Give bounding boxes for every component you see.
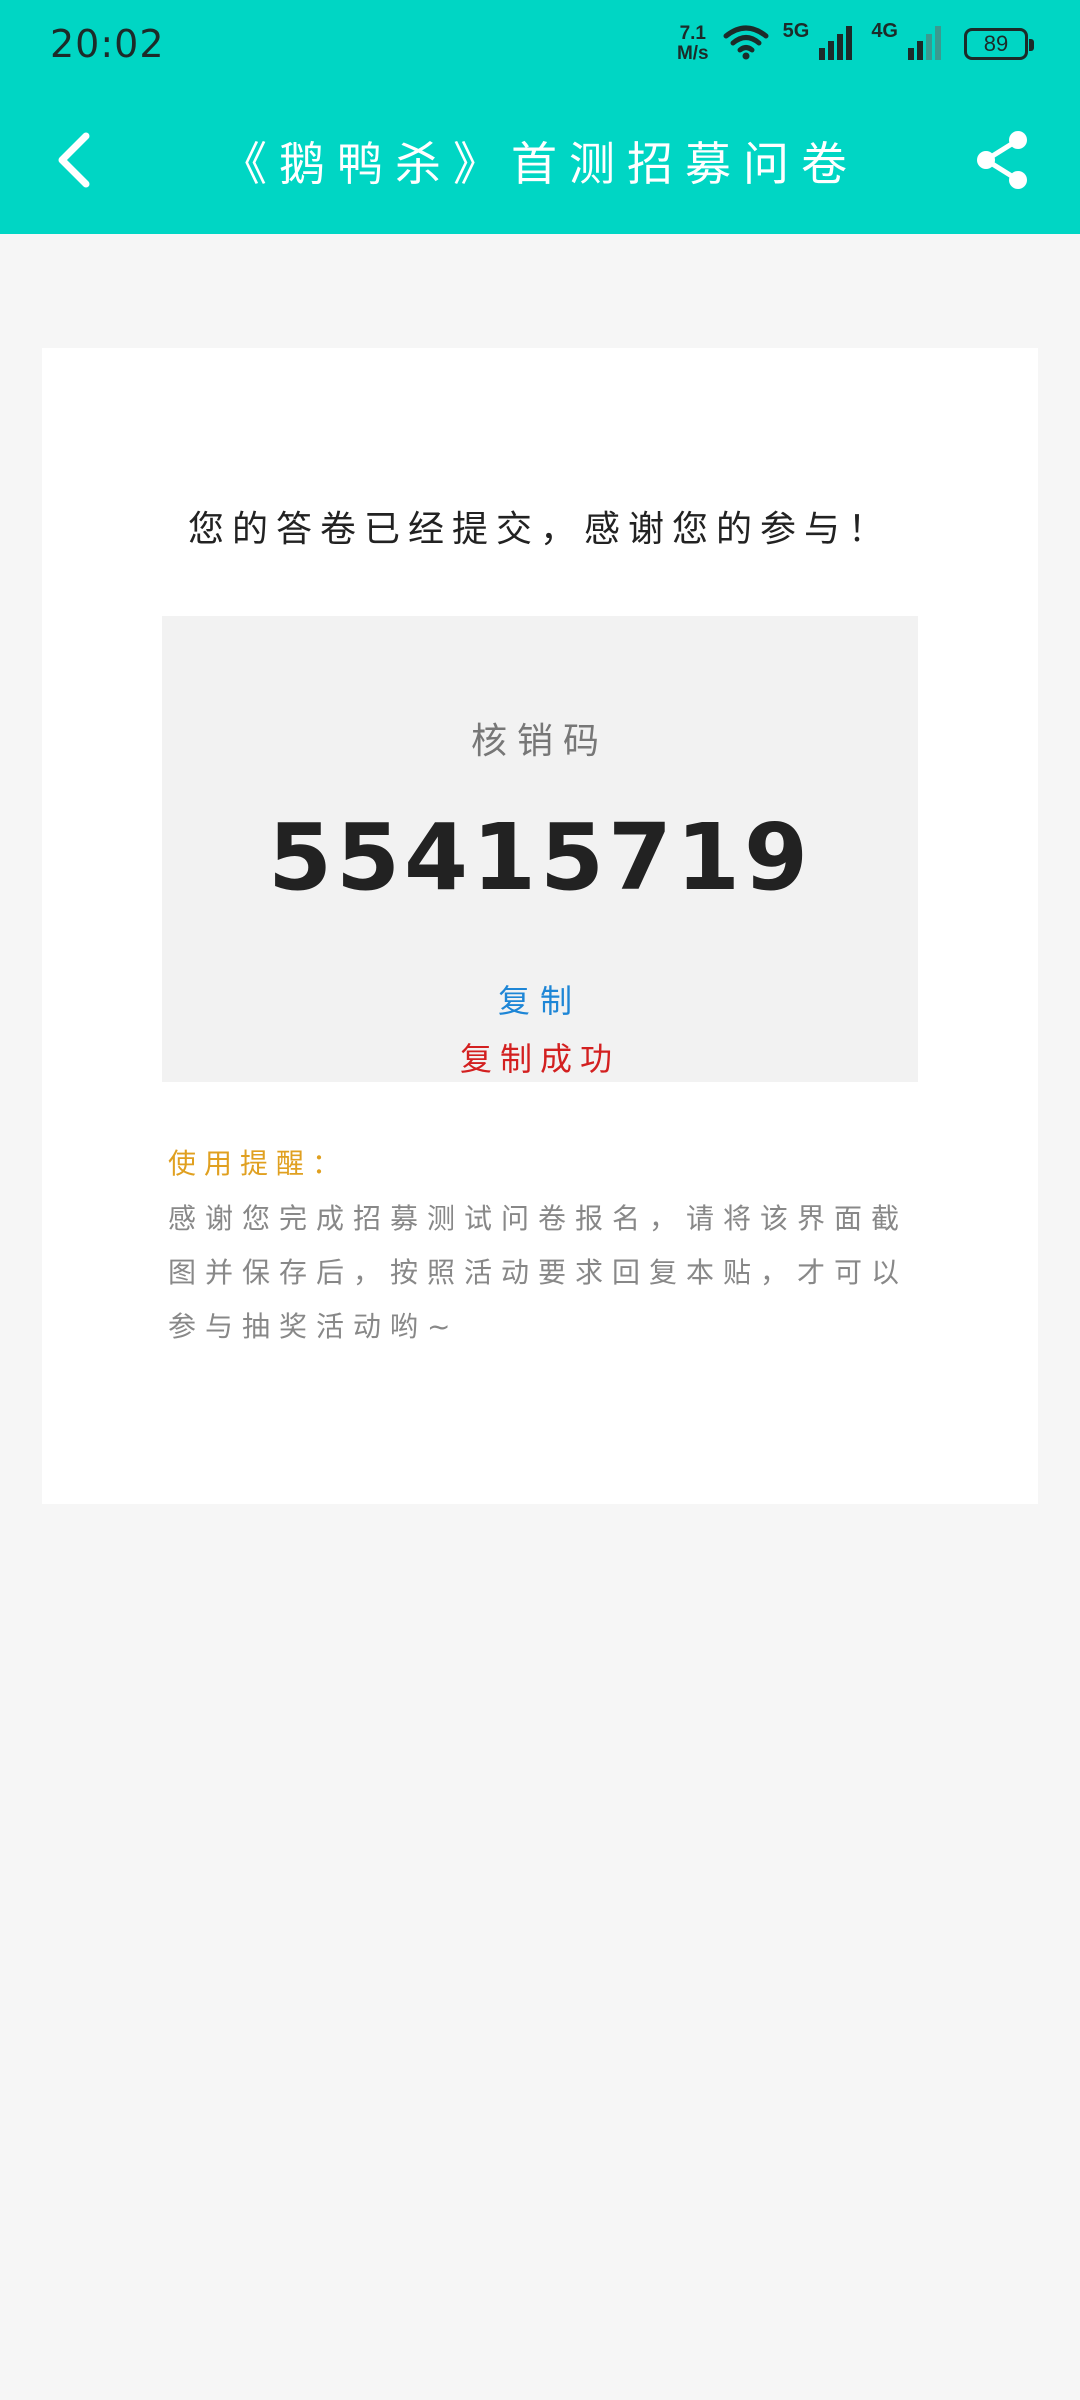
chevron-left-icon [58,132,90,188]
result-card: 您的答卷已经提交，感谢您的参与！ 核销码 55415719 复制 复制成功 使用… [42,348,1038,1504]
submit-thanks-text: 您的答卷已经提交，感谢您的参与！ [187,509,892,550]
status-icons: 7.1 M/s 5G 4G 89 [677,20,1034,66]
redeem-code-value: 55415719 [267,804,813,911]
network-speed-value: 7.1 [679,23,706,44]
share-button[interactable] [968,126,1036,194]
copy-success-text: 复制成功 [459,1040,620,1078]
share-icon [977,131,1027,189]
network-speed: 7.1 M/s [677,24,709,64]
network-4g-label: 4G [871,20,898,42]
app-header: 20:02 7.1 M/s 5G 4G 89 《鹅鸭杀》首测招募问卷 [0,0,1080,234]
signal-5g-icon [817,24,857,64]
signal-4g-icon [906,24,946,64]
status-time: 20:02 [50,22,165,66]
wifi-icon [723,24,769,64]
page-title: 《鹅鸭杀》首测招募问卷 [221,137,859,191]
back-button[interactable] [44,120,104,200]
reminder-title: 使用提醒： [168,1147,349,1180]
reminder-body: 感谢您完成招募测试问卷报名，请将该界面截图并保存后，按照活动要求回复本贴，才可以… [168,1202,909,1343]
copy-button[interactable]: 复制 [42,976,1038,1022]
battery-level: 89 [983,31,1009,56]
network-5g-label: 5G [782,20,810,42]
battery-icon: 89 [964,28,1034,60]
network-speed-unit: M/s [676,43,709,64]
redeem-code-label: 核销码 [470,721,609,762]
